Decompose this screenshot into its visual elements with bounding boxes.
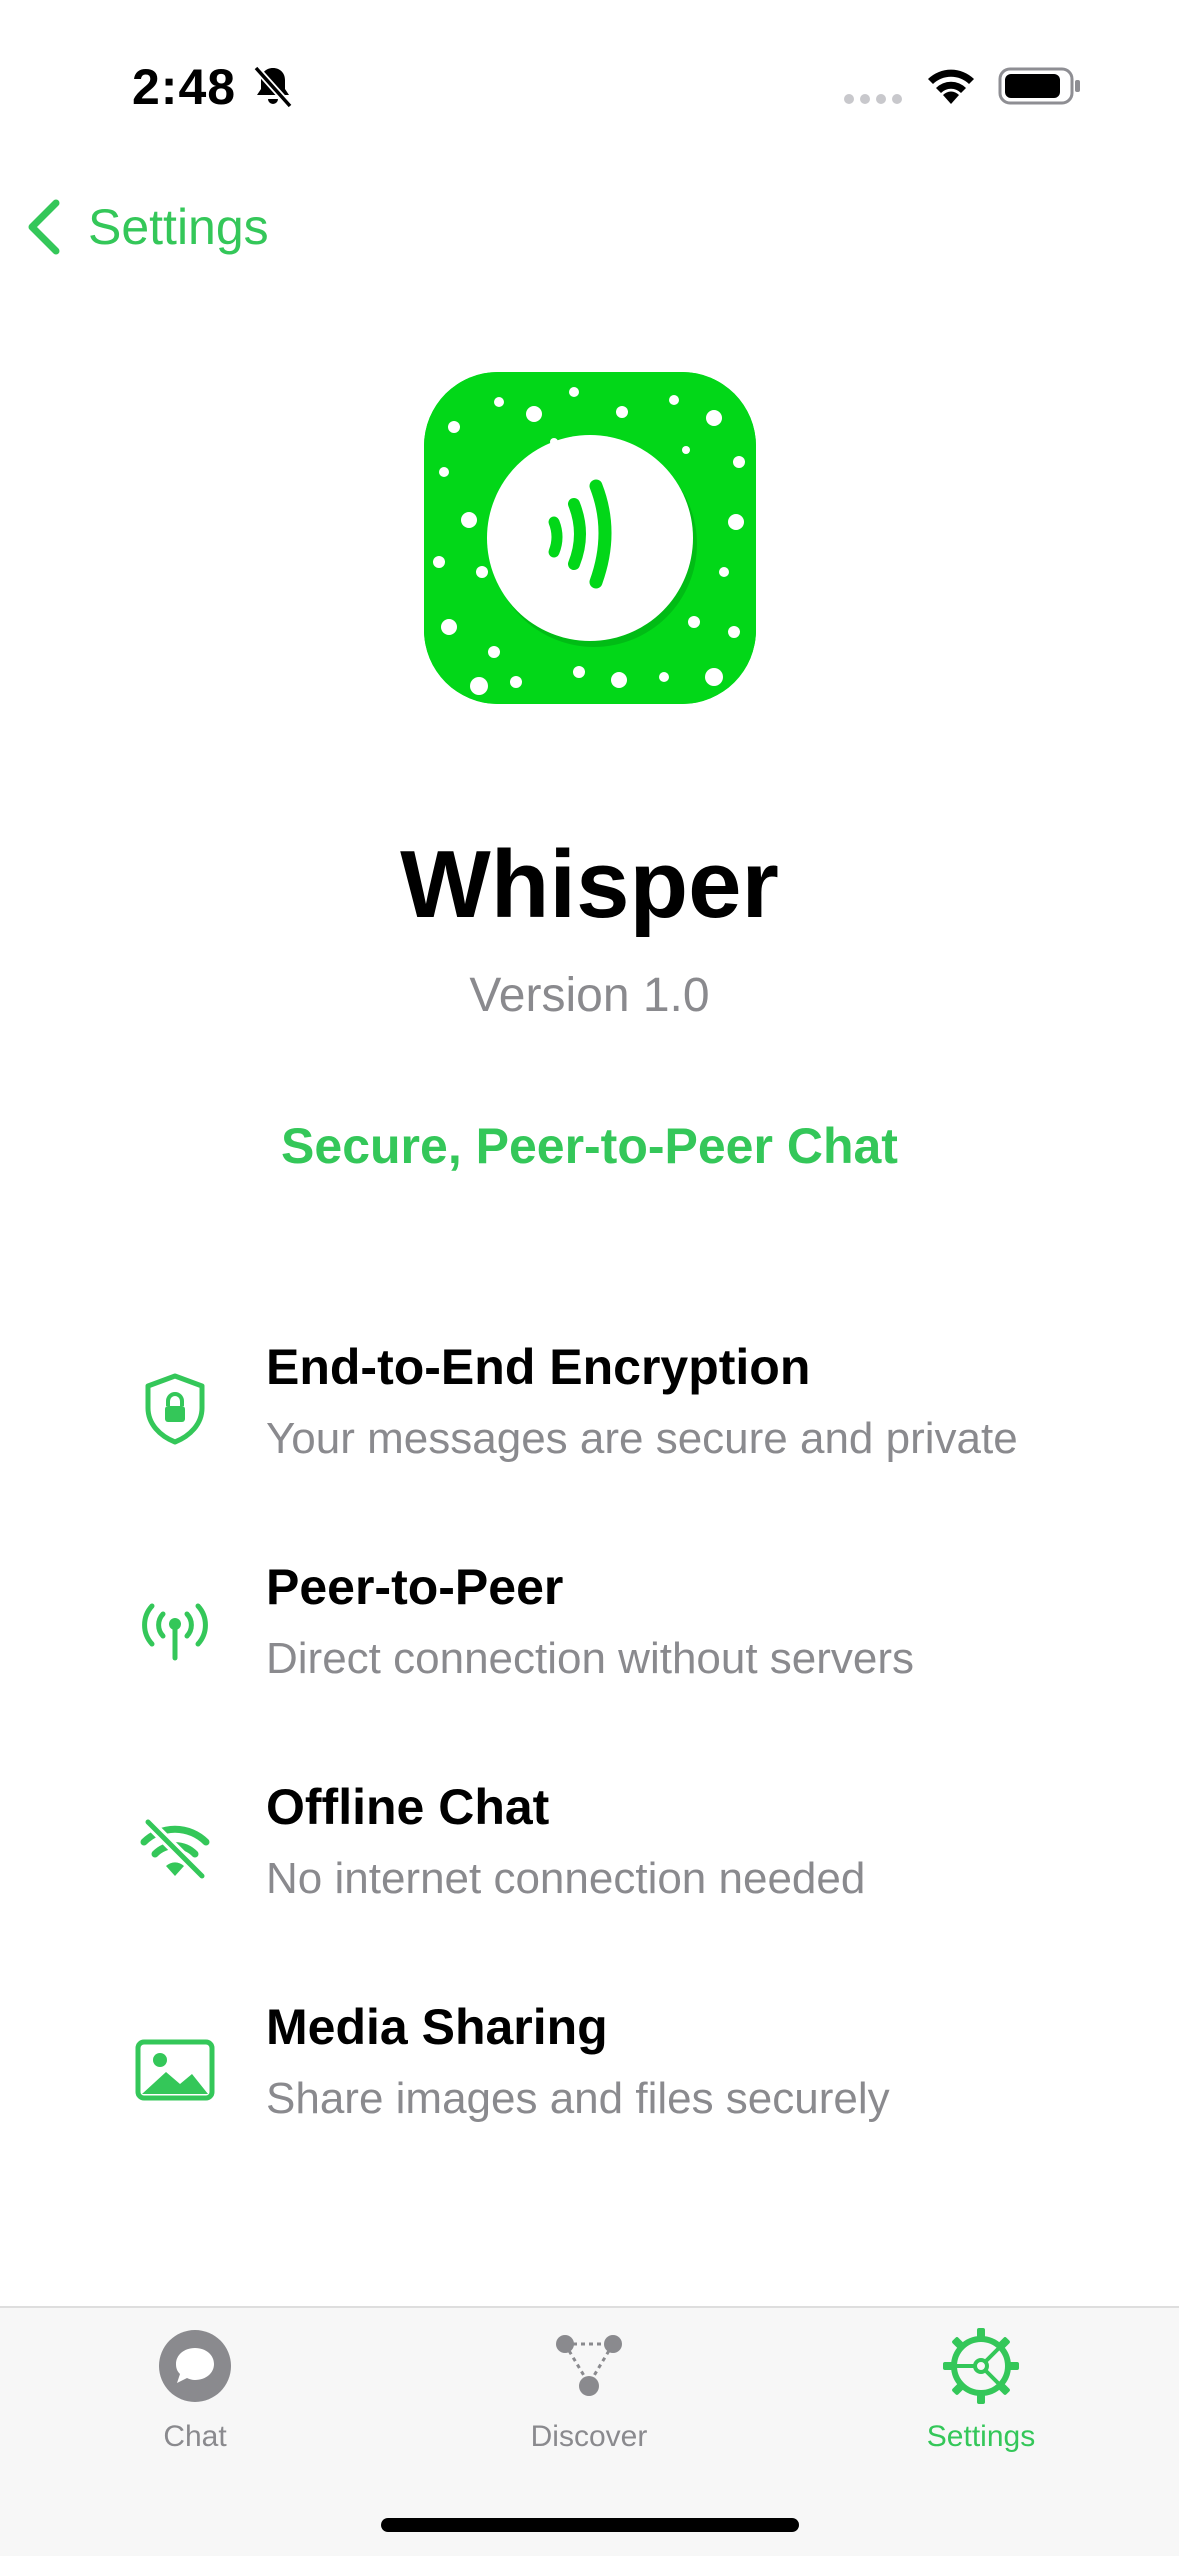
app-name: Whisper [400,831,779,938]
app-tagline: Secure, Peer-to-Peer Chat [281,1118,898,1174]
wifi-slash-icon [140,1816,210,1882]
feature-title: Offline Chat [266,1779,550,1835]
app-version: Version 1.0 [469,969,710,1022]
tab-chat[interactable]: Chat [65,2326,325,2476]
chevron-left-icon [28,199,60,255]
feature-title: Media Sharing [266,1999,608,2055]
back-button[interactable]: Settings [24,190,269,264]
gear-icon [943,2328,1019,2404]
antenna-icon [142,1603,208,1661]
network-icon [556,2335,622,2396]
tab-settings[interactable]: Settings [851,2326,1111,2476]
home-indicator[interactable] [381,2518,799,2532]
feature-title: End-to-End Encryption [266,1339,811,1395]
wifi-icon [928,69,974,104]
feature-description: Your messages are secure and private [266,1414,1018,1463]
chat-bubble-icon [159,2330,231,2402]
tab-label: Chat [163,2420,227,2453]
status-time: 2:48 [132,59,237,115]
feature-media-sharing: Media Sharing Share images and files sec… [130,1998,1110,2138]
app-logo [424,372,756,704]
feature-peer-to-peer: Peer-to-Peer Direct connection without s… [130,1558,1110,1698]
feature-description: Direct connection without servers [266,1634,915,1683]
feature-description: No internet connection needed [266,1854,866,1903]
photo-icon [135,2039,215,2101]
status-bar: 2:48 [0,0,1179,150]
feature-description: Share images and files securely [266,2074,890,2123]
tab-label: Settings [926,2420,1036,2453]
battery-icon [998,67,1080,105]
bell-slash-icon [253,65,293,109]
about-screen: 2:48 Settings Whisper Version 1.0 Secure… [0,0,1179,2556]
feature-offline-chat: Offline Chat No internet connection need… [130,1778,1110,1918]
tab-discover[interactable]: Discover [459,2326,719,2476]
back-button-label: Settings [88,199,269,255]
feature-title: Peer-to-Peer [266,1559,564,1615]
whisper-logo-icon [424,372,756,704]
feature-encryption: End-to-End Encryption Your messages are … [130,1338,1110,1478]
tab-label: Discover [530,2420,648,2453]
signal-icon [844,94,902,104]
lock-shield-icon [145,1373,205,1445]
